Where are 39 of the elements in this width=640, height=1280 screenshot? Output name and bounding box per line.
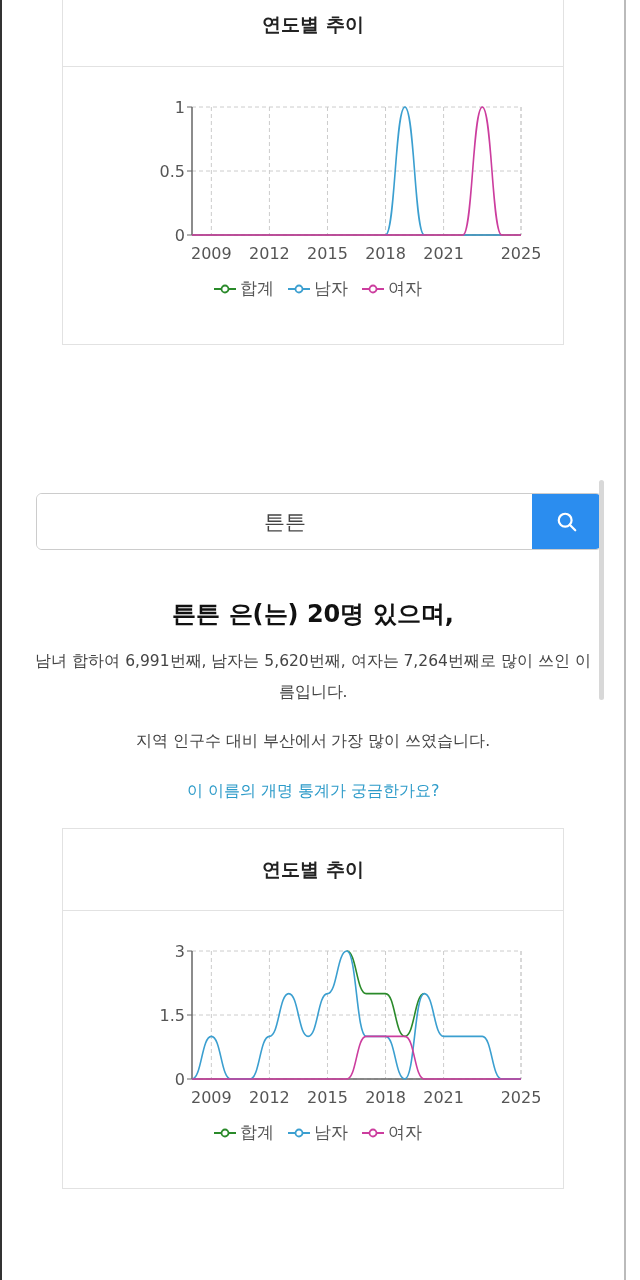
- legend-label: 합계: [240, 1121, 274, 1144]
- y-tick-label: 0.5: [159, 162, 185, 181]
- card-title: 연도별 추이: [262, 12, 364, 37]
- x-tick-label: 2025: [500, 244, 542, 263]
- x-tick-label: 2018: [365, 244, 406, 263]
- legend-line-icon: [288, 283, 310, 294]
- legend-line-icon: [214, 283, 236, 294]
- legend-label: 합계: [240, 277, 274, 300]
- search-button[interactable]: [532, 494, 601, 549]
- card-title: 연도별 추이: [262, 856, 364, 882]
- legend-line-icon: [288, 1127, 310, 1138]
- legend-line-icon: [214, 1127, 236, 1138]
- x-tick-label: 2009: [191, 244, 232, 263]
- search-icon: [555, 510, 578, 533]
- x-tick-label: 2015: [307, 244, 348, 263]
- scrollbar[interactable]: [599, 480, 604, 700]
- x-tick-label: 2015: [307, 1088, 348, 1107]
- x-tick-label: 2009: [191, 1088, 232, 1107]
- legend-label: 여자: [388, 1121, 422, 1144]
- x-tick-label: 2021: [423, 1088, 464, 1107]
- y-tick-label: 1.5: [159, 1006, 185, 1025]
- y-tick-label: 1: [174, 98, 185, 117]
- search-field[interactable]: 튼튼: [36, 493, 602, 550]
- rank-summary: 남녀 합하여 6,991번째, 남자는 5,620번째, 여자는 7,264번째로 많이 쓰인 이름입니다.: [35, 651, 591, 703]
- x-tick-label: 2018: [365, 1088, 406, 1107]
- legend-label: 남자: [314, 277, 348, 300]
- legend-line-icon: [362, 1127, 384, 1138]
- x-tick-label: 2012: [249, 1088, 290, 1107]
- x-tick-label: 2025: [500, 1088, 542, 1107]
- x-tick-label: 2021: [423, 244, 464, 263]
- legend-label: 여자: [388, 277, 422, 300]
- y-tick-label: 0: [174, 226, 185, 245]
- region-summary: 지역 인구수 대비 부산에서 가장 많이 쓰였습니다.: [134, 731, 492, 752]
- x-tick-label: 2012: [249, 244, 290, 263]
- y-tick-label: 0: [174, 1070, 185, 1089]
- y-tick-label: 3: [174, 942, 185, 961]
- legend-label: 남자: [314, 1121, 348, 1144]
- legend-line-icon: [362, 283, 384, 294]
- result-heading: 튼튼 은(는) 20명 있으며,: [172, 599, 454, 630]
